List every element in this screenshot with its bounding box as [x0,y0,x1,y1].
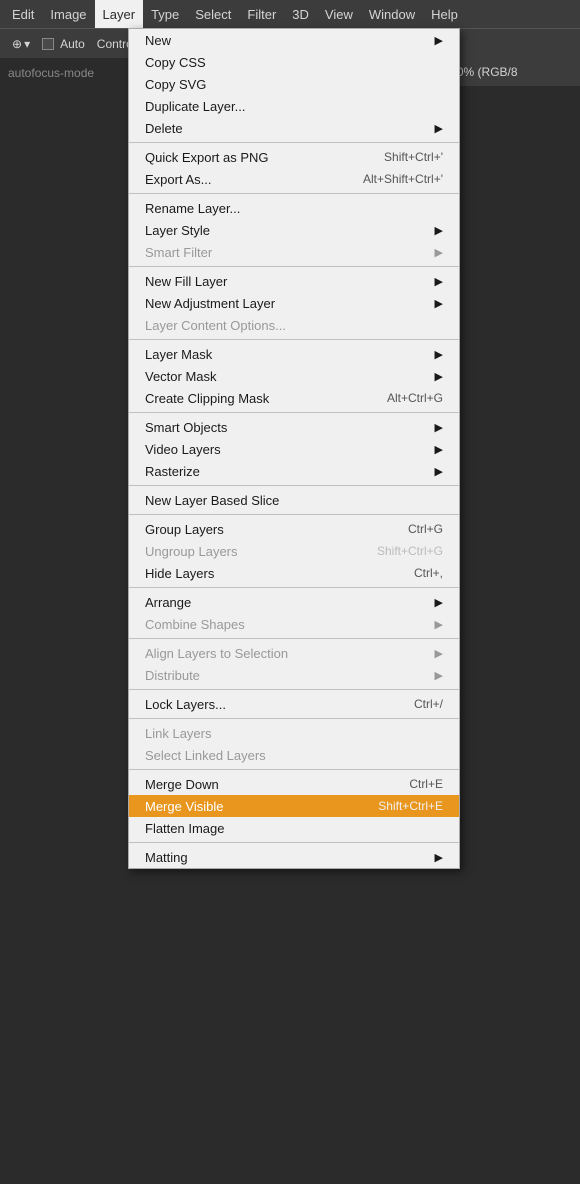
menu-edit[interactable]: Edit [4,0,42,28]
auto-label: Auto [60,37,85,51]
menu-item-smart-objects[interactable]: Smart Objects ▶ [129,416,459,438]
menu-3d[interactable]: 3D [284,0,317,28]
bg-area: autofocus-mode [0,58,120,1184]
separator-4 [129,339,459,340]
menu-item-create-clipping-mask[interactable]: Create Clipping Mask Alt+Ctrl+G [129,387,459,409]
separator-1 [129,142,459,143]
menu-item-flatten-image[interactable]: Flatten Image [129,817,459,839]
menu-item-group-layers[interactable]: Group Layers Ctrl+G [129,518,459,540]
menu-item-new-fill-layer[interactable]: New Fill Layer ▶ [129,270,459,292]
separator-13 [129,842,459,843]
menu-item-merge-visible[interactable]: Merge Visible Shift+Ctrl+E [129,795,459,817]
menu-item-duplicate-layer[interactable]: Duplicate Layer... [129,95,459,117]
menu-window[interactable]: Window [361,0,423,28]
separator-11 [129,718,459,719]
menu-type[interactable]: Type [143,0,187,28]
arrow-icon: ▶ [435,443,443,456]
menu-item-video-layers[interactable]: Video Layers ▶ [129,438,459,460]
menu-item-lock-layers[interactable]: Lock Layers... Ctrl+/ [129,693,459,715]
menu-item-hide-layers[interactable]: Hide Layers Ctrl+, [129,562,459,584]
separator-12 [129,769,459,770]
menu-item-new-adjustment-layer[interactable]: New Adjustment Layer ▶ [129,292,459,314]
menu-help[interactable]: Help [423,0,466,28]
menu-item-copy-css[interactable]: Copy CSS [129,51,459,73]
move-arrow: ▾ [24,37,30,51]
arrow-icon: ▶ [435,465,443,478]
arrow-icon: ▶ [435,647,443,660]
menu-item-distribute[interactable]: Distribute ▶ [129,664,459,686]
menu-item-new-layer-based-slice[interactable]: New Layer Based Slice [129,489,459,511]
menu-item-copy-svg[interactable]: Copy SVG [129,73,459,95]
menu-item-vector-mask[interactable]: Vector Mask ▶ [129,365,459,387]
arrow-icon: ▶ [435,275,443,288]
menu-item-new[interactable]: New ▶ [129,29,459,51]
menu-item-select-linked-layers[interactable]: Select Linked Layers [129,744,459,766]
move-tool[interactable]: ⊕ ▾ [8,35,34,53]
arrow-icon: ▶ [435,34,443,47]
menu-item-combine-shapes[interactable]: Combine Shapes ▶ [129,613,459,635]
menu-bar: Edit Image Layer Type Select Filter 3D V… [0,0,580,28]
menu-view[interactable]: View [317,0,361,28]
menu-item-smart-filter[interactable]: Smart Filter ▶ [129,241,459,263]
arrow-icon: ▶ [435,348,443,361]
arrow-icon: ▶ [435,596,443,609]
menu-item-delete[interactable]: Delete ▶ [129,117,459,139]
arrow-icon: ▶ [435,122,443,135]
arrow-icon: ▶ [435,421,443,434]
menu-item-ungroup-layers[interactable]: Ungroup Layers Shift+Ctrl+G [129,540,459,562]
separator-5 [129,412,459,413]
menu-item-arrange[interactable]: Arrange ▶ [129,591,459,613]
arrow-icon: ▶ [435,224,443,237]
auto-check [42,38,54,50]
arrow-icon: ▶ [435,618,443,631]
menu-item-link-layers[interactable]: Link Layers [129,722,459,744]
menu-layer[interactable]: Layer [95,0,144,28]
layer-dropdown-menu: New ▶ Copy CSS Copy SVG Duplicate Layer.… [128,28,460,869]
menu-item-layer-mask[interactable]: Layer Mask ▶ [129,343,459,365]
menu-item-layer-style[interactable]: Layer Style ▶ [129,219,459,241]
auto-checkbox[interactable]: Auto [38,35,89,53]
menu-select[interactable]: Select [187,0,239,28]
menu-item-matting[interactable]: Matting ▶ [129,846,459,868]
menu-item-export-as[interactable]: Export As... Alt+Shift+Ctrl+' [129,168,459,190]
arrow-icon: ▶ [435,246,443,259]
arrow-icon: ▶ [435,851,443,864]
menu-item-rasterize[interactable]: Rasterize ▶ [129,460,459,482]
arrow-icon: ▶ [435,297,443,310]
menu-item-layer-content-options[interactable]: Layer Content Options... [129,314,459,336]
separator-9 [129,638,459,639]
menu-item-rename-layer[interactable]: Rename Layer... [129,197,459,219]
separator-10 [129,689,459,690]
arrow-icon: ▶ [435,370,443,383]
move-icon: ⊕ [12,37,22,51]
menu-image[interactable]: Image [42,0,94,28]
menu-filter[interactable]: Filter [239,0,284,28]
menu-item-merge-down[interactable]: Merge Down Ctrl+E [129,773,459,795]
arrow-icon: ▶ [435,669,443,682]
separator-3 [129,266,459,267]
separator-6 [129,485,459,486]
separator-8 [129,587,459,588]
menu-item-quick-export[interactable]: Quick Export as PNG Shift+Ctrl+' [129,146,459,168]
separator-7 [129,514,459,515]
separator-2 [129,193,459,194]
menu-item-align-layers[interactable]: Align Layers to Selection ▶ [129,642,459,664]
filename-label: autofocus-mode [8,66,94,80]
